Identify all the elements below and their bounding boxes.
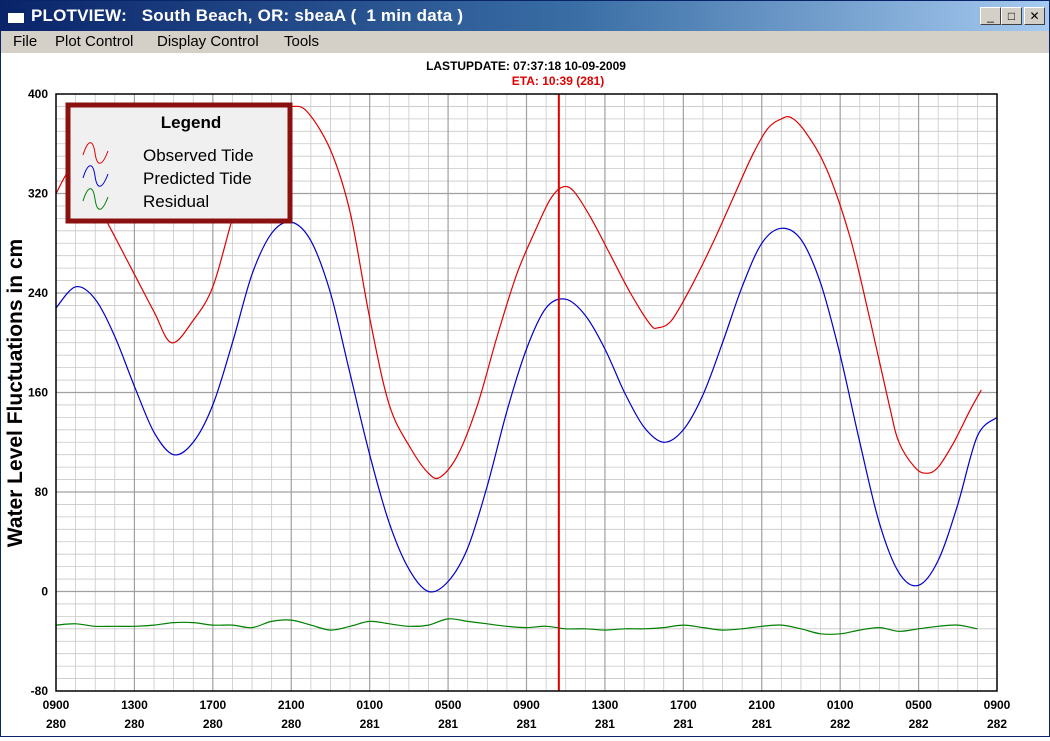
x-tick-time-label: 1300 bbox=[592, 698, 619, 712]
menu-file[interactable]: File bbox=[13, 33, 37, 50]
menu-bar: File Plot Control Display Control Tools bbox=[1, 31, 1049, 53]
residual-line bbox=[55, 618, 978, 635]
x-tick-day-label: 281 bbox=[516, 717, 536, 731]
minimize-button[interactable]: _ bbox=[980, 7, 1001, 25]
maximize-button[interactable]: □ bbox=[1001, 7, 1022, 25]
x-tick-time-label: 0500 bbox=[435, 698, 462, 712]
menu-plot-control[interactable]: Plot Control bbox=[55, 33, 133, 50]
legend-label-observed: Observed Tide bbox=[143, 146, 254, 165]
x-tick-time-label: 2100 bbox=[748, 698, 775, 712]
x-tick-time-label: 1700 bbox=[670, 698, 697, 712]
y-axis-label: Water Level Fluctuations in cm bbox=[4, 239, 27, 547]
x-tick-day-label: 282 bbox=[987, 717, 1007, 731]
x-tick-day-label: 280 bbox=[124, 717, 144, 731]
x-tick-day-label: 280 bbox=[46, 717, 66, 731]
title-bar[interactable]: PLOTVIEW: South Beach, OR: sbeaA ( 1 min… bbox=[1, 1, 1049, 31]
x-tick-day-label: 280 bbox=[203, 717, 223, 731]
y-tick-label: 240 bbox=[28, 286, 48, 300]
y-axis-ticks: -80 0 80 160 240 320 400 bbox=[28, 87, 48, 698]
legend-label-residual: Residual bbox=[143, 192, 209, 211]
x-tick-day-label: 281 bbox=[752, 717, 772, 731]
x-tick-day-label: 281 bbox=[438, 717, 458, 731]
legend[interactable]: Legend Observed Tide Predicted Tide Resi… bbox=[65, 102, 293, 224]
eta-label: ETA: 10:39 (281) bbox=[512, 74, 604, 88]
y-tick-label: 0 bbox=[41, 585, 48, 599]
menu-tools[interactable]: Tools bbox=[284, 33, 319, 50]
legend-title: Legend bbox=[161, 113, 221, 132]
x-tick-day-label: 281 bbox=[595, 717, 615, 731]
menu-display-control[interactable]: Display Control bbox=[157, 33, 259, 50]
y-tick-label: -80 bbox=[31, 684, 49, 698]
x-tick-time-label: 0900 bbox=[43, 698, 70, 712]
x-tick-time-label: 0500 bbox=[905, 698, 932, 712]
x-tick-time-label: 2100 bbox=[278, 698, 305, 712]
plotview-window: PLOTVIEW: South Beach, OR: sbeaA ( 1 min… bbox=[0, 0, 1050, 737]
x-tick-day-label: 282 bbox=[909, 717, 929, 731]
y-tick-label: 80 bbox=[35, 485, 49, 499]
x-axis-ticks: 0900 280 1300 280 1700 280 2100 280 0100 281 0500 2… bbox=[43, 698, 1011, 731]
tide-chart: LASTUPDATE: 07:37:18 10-09-2009 ETA: 10:… bbox=[4, 59, 1011, 731]
x-tick-day-label: 281 bbox=[673, 717, 693, 731]
y-tick-label: 320 bbox=[28, 187, 48, 201]
x-tick-time-label: 1700 bbox=[199, 698, 226, 712]
y-tick-label: 400 bbox=[28, 87, 48, 101]
x-tick-time-label: 0100 bbox=[356, 698, 383, 712]
x-tick-day-label: 282 bbox=[830, 717, 850, 731]
app-icon[interactable] bbox=[7, 9, 25, 24]
close-button[interactable]: ✕ bbox=[1024, 7, 1045, 25]
x-tick-time-label: 1300 bbox=[121, 698, 148, 712]
window-title: PLOTVIEW: South Beach, OR: sbeaA ( 1 min… bbox=[31, 6, 464, 25]
x-tick-time-label: 0900 bbox=[984, 698, 1011, 712]
x-tick-day-label: 280 bbox=[281, 717, 301, 731]
x-tick-time-label: 0900 bbox=[513, 698, 540, 712]
plot-area: LASTUPDATE: 07:37:18 10-09-2009 ETA: 10:… bbox=[1, 53, 1049, 736]
last-update-label: LASTUPDATE: 07:37:18 10-09-2009 bbox=[426, 59, 626, 73]
y-tick-label: 160 bbox=[28, 386, 48, 400]
x-tick-time-label: 0100 bbox=[827, 698, 854, 712]
x-tick-day-label: 281 bbox=[360, 717, 380, 731]
legend-label-predicted: Predicted Tide bbox=[143, 169, 252, 188]
